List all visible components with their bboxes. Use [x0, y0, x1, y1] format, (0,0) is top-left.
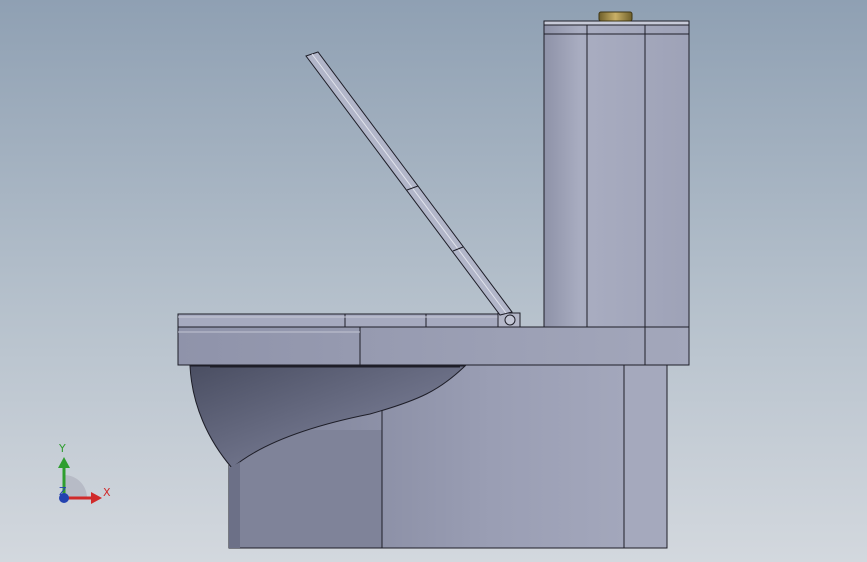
triad-y-label: Y	[59, 442, 66, 455]
toilet-rim[interactable]	[177, 326, 690, 366]
toilet-model[interactable]	[0, 0, 867, 562]
triad-z-label: Z	[59, 485, 67, 498]
graphics-viewport[interactable]: Y X Z	[0, 0, 867, 562]
flush-button[interactable]	[598, 11, 633, 22]
toilet-seat[interactable]	[177, 313, 499, 328]
triad-graphic	[58, 457, 102, 504]
triad-x-label: X	[103, 486, 111, 499]
triad-y-arrow-icon	[58, 457, 70, 468]
orientation-triad: Y X Z	[46, 440, 126, 510]
toilet-tank[interactable]	[543, 20, 690, 328]
triad-x-arrow-icon	[91, 492, 102, 504]
toilet-lid[interactable]	[305, 51, 513, 316]
